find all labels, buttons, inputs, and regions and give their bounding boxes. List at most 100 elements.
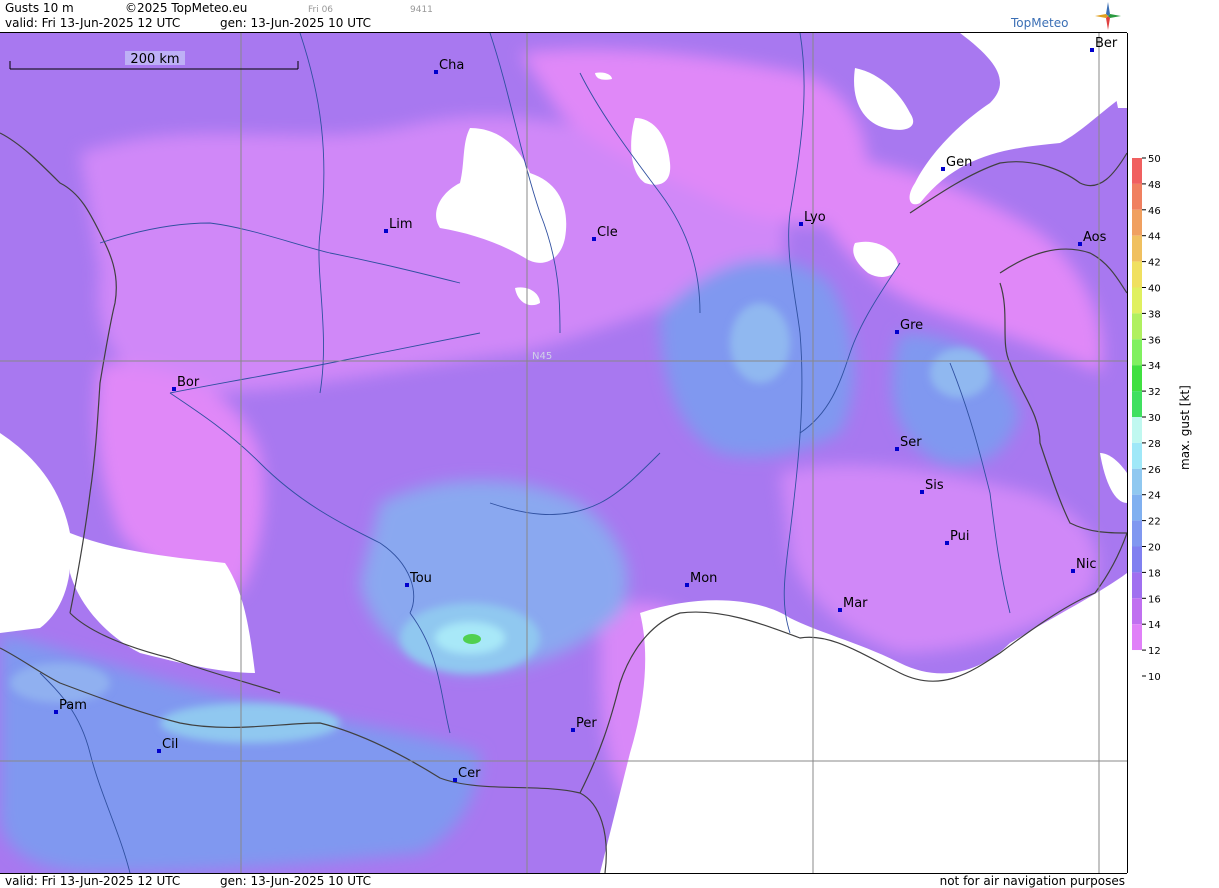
city-label-lyo: Lyo	[804, 210, 826, 225]
city-marker-lyo	[799, 222, 803, 226]
city-label-mar: Mar	[843, 596, 868, 611]
legend-tick-label: 12	[1148, 646, 1161, 657]
city-marker-nic	[1071, 569, 1075, 573]
gust-map[interactable]: 200 km N45 Ber Cha Gen Lim Cle Lyo Aos Gre Bor Se…	[0, 33, 1128, 873]
legend-tick-label: 48	[1148, 180, 1161, 191]
legend-swatch	[1132, 235, 1142, 262]
copyright: ©2025 TopMeteo.eu	[125, 1, 248, 15]
legend-tick-label: 26	[1148, 465, 1161, 476]
legend-tick-label: 46	[1148, 206, 1161, 217]
city-marker-cer	[453, 778, 457, 782]
city-label-per: Per	[576, 716, 597, 731]
legend-swatch	[1132, 158, 1142, 184]
city-marker-gen	[941, 167, 945, 171]
city-marker-sis	[920, 490, 924, 494]
gen-time: gen: 13-Jun-2025 10 UTC	[220, 16, 372, 30]
valid-time: valid: Fri 13-Jun-2025 12 UTC	[5, 16, 181, 30]
city-marker-cle	[592, 237, 596, 241]
city-marker-cha	[434, 70, 438, 74]
city-marker-gre	[895, 330, 899, 334]
legend-swatch	[1132, 183, 1142, 210]
city-marker-tou	[405, 583, 409, 587]
legend-colorbar: 50 48 46 44 42 40 38 36 34 32 30 28 26 24 22 20 18 16 14 12…	[1132, 154, 1161, 683]
city-label-pui: Pui	[950, 529, 969, 544]
legend-swatch	[1132, 572, 1142, 599]
scale-label: 200 km	[130, 52, 179, 67]
city-marker-bor	[172, 387, 176, 391]
legend-tick-label: 28	[1148, 439, 1161, 450]
city-label-ser: Ser	[900, 435, 922, 450]
legend-tick-label: 34	[1148, 361, 1161, 372]
city-label-cil: Cil	[162, 737, 178, 752]
city-marker-per	[571, 728, 575, 732]
legend-tick-label: 32	[1148, 387, 1161, 398]
city-label-gre: Gre	[900, 318, 923, 333]
city-label-bor: Bor	[177, 375, 200, 390]
city-label-cer: Cer	[458, 766, 481, 781]
legend-swatch	[1132, 624, 1142, 651]
city-label-gen: Gen	[946, 155, 972, 170]
legend-tick-label: 16	[1148, 594, 1161, 605]
city-label-sis: Sis	[925, 478, 944, 493]
footer-disclaimer: not for air navigation purposes	[939, 874, 1125, 888]
product-title: Gusts 10 m	[5, 1, 74, 15]
legend-swatch	[1132, 287, 1142, 314]
legend-tick-label: 44	[1148, 232, 1161, 243]
legend-tick-label: 38	[1148, 309, 1161, 320]
footer-valid: valid: Fri 13-Jun-2025 12 UTC	[5, 874, 181, 888]
legend-tick-label: 14	[1148, 620, 1161, 631]
small-code-2: 9411	[410, 5, 433, 15]
legend-swatch	[1132, 442, 1142, 469]
city-marker-ber	[1090, 48, 1094, 52]
city-marker-mar	[838, 608, 842, 612]
legend-swatch	[1132, 650, 1142, 676]
legend-swatch	[1132, 313, 1142, 340]
logo-text: TopMeteo	[1011, 16, 1069, 30]
header-bar: Gusts 10 m ©2025 TopMeteo.eu Fri 06 9411…	[0, 0, 1127, 33]
city-marker-lim	[384, 229, 388, 233]
footer-gen: gen: 13-Jun-2025 10 UTC	[220, 874, 372, 888]
small-code-1: Fri 06	[308, 5, 334, 15]
latitude-label: N45	[532, 351, 552, 362]
legend-swatch	[1132, 468, 1142, 495]
city-label-nic: Nic	[1076, 557, 1096, 572]
city-label-ber: Ber	[1095, 36, 1118, 51]
legend-tick-label: 42	[1148, 258, 1161, 269]
city-marker-ser	[895, 447, 899, 451]
legend-tick-label: 20	[1148, 543, 1161, 554]
city-label-pam: Pam	[59, 698, 87, 713]
legend-tick-label: 24	[1148, 491, 1161, 502]
legend-tick-label: 22	[1148, 517, 1161, 528]
legend-swatch	[1132, 365, 1142, 392]
city-marker-pui	[945, 541, 949, 545]
legend-swatch	[1132, 261, 1142, 288]
legend-swatch	[1132, 520, 1142, 547]
city-label-lim: Lim	[389, 217, 413, 232]
legend-swatch	[1132, 494, 1142, 521]
legend-swatch	[1132, 598, 1142, 625]
footer-bar: valid: Fri 13-Jun-2025 12 UTC gen: 13-Ju…	[0, 873, 1127, 888]
compass-star-icon	[1095, 2, 1121, 30]
city-marker-pam	[54, 710, 58, 714]
legend-tick-label: 40	[1148, 284, 1161, 295]
city-label-cha: Cha	[439, 58, 464, 73]
city-marker-aos	[1078, 242, 1082, 246]
legend-tick-label: 18	[1148, 568, 1161, 579]
city-marker-mon	[685, 583, 689, 587]
city-label-aos: Aos	[1083, 230, 1107, 245]
legend-swatch	[1132, 417, 1142, 443]
topmeteo-logo: TopMeteo	[1011, 2, 1121, 32]
legend-tick-label: 50	[1148, 154, 1161, 165]
legend-swatch	[1132, 339, 1142, 366]
city-label-cle: Cle	[597, 225, 618, 240]
city-label-mon: Mon	[690, 571, 717, 586]
legend-tick-label: 10	[1148, 672, 1161, 683]
legend-tick-label: 30	[1148, 413, 1161, 424]
legend-tick-label: 36	[1148, 335, 1161, 346]
city-label-tou: Tou	[409, 571, 432, 586]
legend-swatch	[1132, 391, 1142, 417]
legend-swatch	[1132, 209, 1142, 236]
legend-swatch	[1132, 546, 1142, 573]
city-marker-cil	[157, 749, 161, 753]
map-canvas: 200 km N45 Ber Cha Gen Lim Cle Lyo Aos Gre Bor Se…	[0, 33, 1127, 873]
